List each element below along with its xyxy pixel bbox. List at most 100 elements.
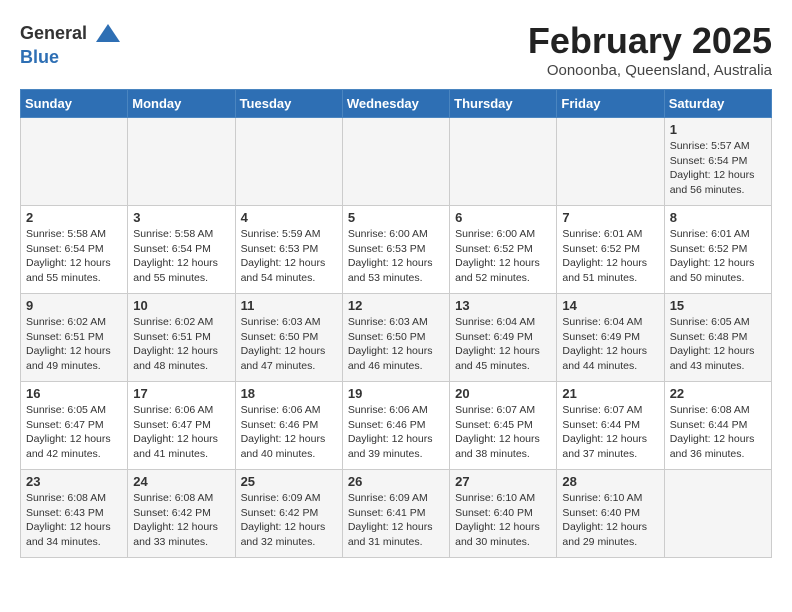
day-number: 23	[26, 474, 122, 489]
day-number: 6	[455, 210, 551, 225]
calendar-day-12: 12 Sunrise: 6:03 AM Sunset: 6:50 PM Dayli…	[342, 294, 449, 382]
day-number: 13	[455, 298, 551, 313]
logo-blue: Blue	[20, 47, 59, 67]
calendar-day-1: 1 Sunrise: 5:57 AM Sunset: 6:54 PM Daylig…	[664, 118, 771, 206]
day-number: 9	[26, 298, 122, 313]
day-info: Sunrise: 6:10 AM Sunset: 6:40 PM Dayligh…	[562, 491, 658, 550]
logo-icon	[94, 20, 122, 48]
day-number: 22	[670, 386, 766, 401]
calendar-day-20: 20 Sunrise: 6:07 AM Sunset: 6:45 PM Dayli…	[450, 382, 557, 470]
day-number: 18	[241, 386, 337, 401]
day-info: Sunrise: 6:09 AM Sunset: 6:42 PM Dayligh…	[241, 491, 337, 550]
calendar-day-27: 27 Sunrise: 6:10 AM Sunset: 6:40 PM Dayli…	[450, 470, 557, 558]
calendar-day-3: 3 Sunrise: 5:58 AM Sunset: 6:54 PM Daylig…	[128, 206, 235, 294]
calendar-day-19: 19 Sunrise: 6:06 AM Sunset: 6:46 PM Dayli…	[342, 382, 449, 470]
location: Oonoonba, Queensland, Australia	[528, 62, 772, 79]
day-info: Sunrise: 6:01 AM Sunset: 6:52 PM Dayligh…	[670, 227, 766, 286]
day-number: 28	[562, 474, 658, 489]
calendar-day-17: 17 Sunrise: 6:06 AM Sunset: 6:47 PM Dayli…	[128, 382, 235, 470]
day-number: 14	[562, 298, 658, 313]
day-number: 20	[455, 386, 551, 401]
day-info: Sunrise: 6:08 AM Sunset: 6:44 PM Dayligh…	[670, 403, 766, 462]
day-number: 10	[133, 298, 229, 313]
day-number: 25	[241, 474, 337, 489]
day-number: 11	[241, 298, 337, 313]
day-info: Sunrise: 6:06 AM Sunset: 6:46 PM Dayligh…	[348, 403, 444, 462]
page-header: General Blue February 2025 Oonoonba, Que…	[20, 20, 772, 79]
calendar-day-22: 22 Sunrise: 6:08 AM Sunset: 6:44 PM Dayli…	[664, 382, 771, 470]
day-number: 1	[670, 122, 766, 137]
calendar-day-7: 7 Sunrise: 6:01 AM Sunset: 6:52 PM Daylig…	[557, 206, 664, 294]
calendar-day-2: 2Sunrise: 5:58 AM Sunset: 6:54 PM Daylig…	[21, 206, 128, 294]
day-number: 21	[562, 386, 658, 401]
day-info: Sunrise: 6:08 AM Sunset: 6:42 PM Dayligh…	[133, 491, 229, 550]
calendar-header-row: SundayMondayTuesdayWednesdayThursdayFrid…	[21, 90, 772, 118]
calendar-day-8: 8 Sunrise: 6:01 AM Sunset: 6:52 PM Daylig…	[664, 206, 771, 294]
logo-general: General	[20, 23, 87, 43]
calendar-week-row: 16 Sunrise: 6:05 AM Sunset: 6:47 PM Dayli…	[21, 382, 772, 470]
calendar-day-4: 4 Sunrise: 5:59 AM Sunset: 6:53 PM Daylig…	[235, 206, 342, 294]
calendar-week-row: 2Sunrise: 5:58 AM Sunset: 6:54 PM Daylig…	[21, 206, 772, 294]
day-info: Sunrise: 6:02 AM Sunset: 6:51 PM Dayligh…	[26, 315, 122, 374]
day-info: Sunrise: 6:00 AM Sunset: 6:52 PM Dayligh…	[455, 227, 551, 286]
logo: General Blue	[20, 20, 122, 68]
calendar-day-5: 5 Sunrise: 6:00 AM Sunset: 6:53 PM Daylig…	[342, 206, 449, 294]
day-info: Sunrise: 6:05 AM Sunset: 6:47 PM Dayligh…	[26, 403, 122, 462]
day-info: Sunrise: 5:58 AM Sunset: 6:54 PM Dayligh…	[133, 227, 229, 286]
day-info: Sunrise: 6:04 AM Sunset: 6:49 PM Dayligh…	[455, 315, 551, 374]
calendar-empty	[235, 118, 342, 206]
calendar-empty	[342, 118, 449, 206]
day-number: 17	[133, 386, 229, 401]
day-number: 3	[133, 210, 229, 225]
calendar-table: SundayMondayTuesdayWednesdayThursdayFrid…	[20, 89, 772, 558]
day-number: 15	[670, 298, 766, 313]
calendar-empty	[664, 470, 771, 558]
day-number: 16	[26, 386, 122, 401]
day-info: Sunrise: 6:00 AM Sunset: 6:53 PM Dayligh…	[348, 227, 444, 286]
calendar-empty	[450, 118, 557, 206]
calendar-day-18: 18Sunrise: 6:06 AM Sunset: 6:46 PM Dayli…	[235, 382, 342, 470]
day-number: 7	[562, 210, 658, 225]
day-info: Sunrise: 6:01 AM Sunset: 6:52 PM Dayligh…	[562, 227, 658, 286]
day-number: 5	[348, 210, 444, 225]
calendar-header-sunday: Sunday	[21, 90, 128, 118]
calendar-header-monday: Monday	[128, 90, 235, 118]
day-info: Sunrise: 5:59 AM Sunset: 6:53 PM Dayligh…	[241, 227, 337, 286]
calendar-day-6: 6 Sunrise: 6:00 AM Sunset: 6:52 PM Daylig…	[450, 206, 557, 294]
calendar-header-saturday: Saturday	[664, 90, 771, 118]
calendar-day-25: 25 Sunrise: 6:09 AM Sunset: 6:42 PM Dayli…	[235, 470, 342, 558]
calendar-header-thursday: Thursday	[450, 90, 557, 118]
calendar-header-friday: Friday	[557, 90, 664, 118]
day-info: Sunrise: 6:03 AM Sunset: 6:50 PM Dayligh…	[348, 315, 444, 374]
day-number: 12	[348, 298, 444, 313]
day-info: Sunrise: 6:08 AM Sunset: 6:43 PM Dayligh…	[26, 491, 122, 550]
calendar-header-tuesday: Tuesday	[235, 90, 342, 118]
day-info: Sunrise: 5:57 AM Sunset: 6:54 PM Dayligh…	[670, 139, 766, 198]
calendar-day-23: 23 Sunrise: 6:08 AM Sunset: 6:43 PM Dayli…	[21, 470, 128, 558]
month-title: February 2025	[528, 20, 772, 62]
day-number: 27	[455, 474, 551, 489]
day-info: Sunrise: 6:02 AM Sunset: 6:51 PM Dayligh…	[133, 315, 229, 374]
day-number: 24	[133, 474, 229, 489]
day-info: Sunrise: 6:09 AM Sunset: 6:41 PM Dayligh…	[348, 491, 444, 550]
calendar-day-16: 16 Sunrise: 6:05 AM Sunset: 6:47 PM Dayli…	[21, 382, 128, 470]
day-info: Sunrise: 6:10 AM Sunset: 6:40 PM Dayligh…	[455, 491, 551, 550]
calendar-day-15: 15Sunrise: 6:05 AM Sunset: 6:48 PM Dayli…	[664, 294, 771, 382]
day-number: 19	[348, 386, 444, 401]
calendar-day-9: 9 Sunrise: 6:02 AM Sunset: 6:51 PM Daylig…	[21, 294, 128, 382]
calendar-empty	[128, 118, 235, 206]
calendar-day-24: 24 Sunrise: 6:08 AM Sunset: 6:42 PM Dayli…	[128, 470, 235, 558]
day-info: Sunrise: 6:07 AM Sunset: 6:45 PM Dayligh…	[455, 403, 551, 462]
day-info: Sunrise: 6:06 AM Sunset: 6:47 PM Dayligh…	[133, 403, 229, 462]
calendar-day-13: 13 Sunrise: 6:04 AM Sunset: 6:49 PM Dayli…	[450, 294, 557, 382]
calendar-week-row: 1 Sunrise: 5:57 AM Sunset: 6:54 PM Daylig…	[21, 118, 772, 206]
calendar-day-21: 21Sunrise: 6:07 AM Sunset: 6:44 PM Dayli…	[557, 382, 664, 470]
day-info: Sunrise: 6:04 AM Sunset: 6:49 PM Dayligh…	[562, 315, 658, 374]
calendar-week-row: 9 Sunrise: 6:02 AM Sunset: 6:51 PM Daylig…	[21, 294, 772, 382]
day-info: Sunrise: 5:58 AM Sunset: 6:54 PM Dayligh…	[26, 227, 122, 286]
day-info: Sunrise: 6:03 AM Sunset: 6:50 PM Dayligh…	[241, 315, 337, 374]
day-number: 4	[241, 210, 337, 225]
day-number: 8	[670, 210, 766, 225]
calendar-empty	[557, 118, 664, 206]
calendar-day-28: 28 Sunrise: 6:10 AM Sunset: 6:40 PM Dayli…	[557, 470, 664, 558]
